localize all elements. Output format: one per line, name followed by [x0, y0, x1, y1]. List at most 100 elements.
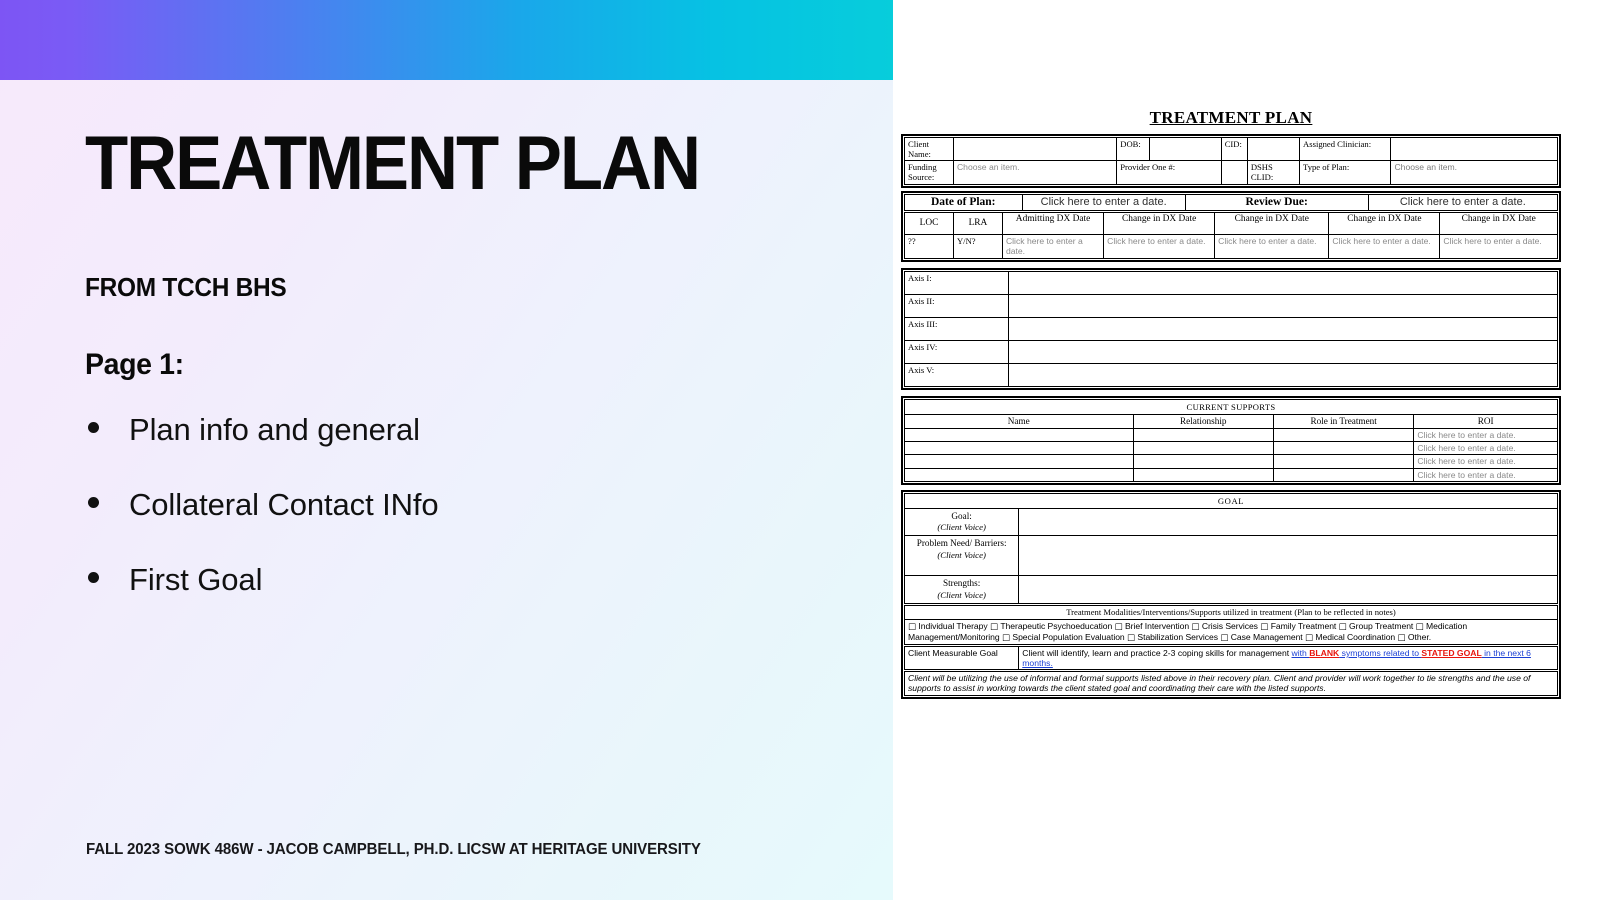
table-row: Funding Source: Choose an item. Provider… — [904, 160, 1558, 185]
cid-field[interactable] — [1246, 136, 1301, 162]
dx-change-date-field-4[interactable]: Click here to enter a date. — [1439, 234, 1558, 260]
bullet-text: Plan info and general — [129, 412, 420, 447]
modality-option[interactable]: Therapeutic Psychoeducation — [1000, 621, 1112, 631]
support-relationship-field[interactable] — [1132, 428, 1274, 443]
cmg-link-1[interactable]: with — [1292, 648, 1310, 658]
dx-admitting-date-field[interactable]: Click here to enter a date. — [1001, 234, 1105, 260]
review-due-field[interactable]: Click here to enter a date. — [1367, 193, 1559, 212]
modality-option[interactable]: Special Population Evaluation — [1012, 632, 1124, 642]
axis-ii-label: Axis II: — [903, 294, 1010, 319]
client-name-field[interactable] — [952, 136, 1118, 162]
axis-i-label: Axis I: — [903, 271, 1010, 296]
modality-option[interactable]: Crisis Services — [1202, 621, 1258, 631]
modality-option[interactable]: Medical Coordination — [1315, 632, 1395, 642]
table-row: Axis I: — [903, 271, 1558, 296]
modalities-title: Treatment Modalities/Interventions/Suppo… — [904, 604, 1558, 620]
checkbox-icon[interactable]: □ — [1260, 622, 1268, 632]
date-of-plan-field[interactable]: Click here to enter a date. — [1021, 193, 1186, 212]
dx-col-change-2: Change in DX Date — [1214, 212, 1330, 236]
modality-option[interactable]: Other. — [1408, 632, 1431, 642]
checkbox-icon[interactable]: □ — [1416, 622, 1424, 632]
modalities-options-row: □ Individual Therapy □ Therapeutic Psych… — [904, 618, 1558, 645]
dx-change-date-field-3[interactable]: Click here to enter a date. — [1328, 234, 1441, 260]
supports-title-row: CURRENT SUPPORTS — [904, 399, 1558, 416]
problem-need-field[interactable] — [1018, 535, 1558, 577]
support-role-field[interactable] — [1272, 441, 1415, 456]
modality-option[interactable]: Family Treatment — [1271, 621, 1337, 631]
dx-loc-field[interactable]: ?? — [904, 234, 954, 260]
cmg-placeholder-stated-goal[interactable]: STATED GOAL — [1421, 648, 1481, 658]
dx-value-row: ?? Y/N? Click here to enter a date. Clic… — [904, 234, 1558, 260]
goal-label-text: Goal: — [951, 510, 972, 521]
support-name-field[interactable] — [904, 441, 1134, 456]
table-row: Axis III: — [903, 317, 1558, 342]
dob-label: DOB: — [1116, 136, 1150, 162]
support-relationship-field[interactable] — [1132, 441, 1274, 456]
modality-option[interactable]: Brief Intervention — [1125, 621, 1189, 631]
cmg-link-2[interactable]: symptoms related to — [1339, 648, 1421, 658]
page-subtitle: FROM TCCH BHS — [85, 272, 287, 302]
axis-ii-field[interactable] — [1008, 294, 1558, 319]
cmg-placeholder-blank[interactable]: BLANK — [1309, 648, 1339, 658]
assigned-clinician-field[interactable] — [1390, 136, 1558, 162]
dx-change-date-field-1[interactable]: Click here to enter a date. — [1103, 234, 1216, 260]
dx-col-admitting: Admitting DX Date — [1001, 212, 1105, 236]
measurable-goal-table: Client Measurable Goal Client will ident… — [903, 645, 1558, 671]
checkbox-icon[interactable]: □ — [1191, 622, 1199, 632]
current-supports-title: CURRENT SUPPORTS — [904, 399, 1558, 416]
checkbox-icon[interactable]: □ — [908, 622, 916, 632]
support-role-field[interactable] — [1272, 467, 1415, 482]
axis-v-field[interactable] — [1008, 363, 1558, 388]
cmg-plain-1: Client will identify, learn and practice… — [1022, 647, 1292, 658]
modalities-table: Treatment Modalities/Interventions/Suppo… — [904, 604, 1558, 645]
dx-header-row: LOC LRA Admitting DX Date Change in DX D… — [904, 212, 1558, 236]
support-roi-field[interactable]: Click here to enter a date. — [1413, 428, 1558, 443]
support-name-field[interactable] — [904, 454, 1134, 469]
cid-label: CID: — [1220, 136, 1248, 162]
support-name-field[interactable] — [904, 467, 1134, 482]
checkbox-icon[interactable]: □ — [1305, 633, 1313, 643]
checkbox-icon[interactable]: □ — [1220, 633, 1228, 643]
axis-v-label: Axis V: — [903, 363, 1010, 388]
strengths-field[interactable] — [1018, 575, 1558, 604]
checkbox-icon[interactable]: □ — [1339, 622, 1347, 632]
type-of-plan-dropdown[interactable]: Choose an item. — [1390, 160, 1558, 185]
axis-i-field[interactable] — [1008, 271, 1558, 296]
support-relationship-field[interactable] — [1132, 467, 1274, 482]
list-item: Collateral Contact INfo — [88, 487, 439, 523]
support-role-field[interactable] — [1272, 454, 1415, 469]
checkbox-icon[interactable]: □ — [1115, 622, 1123, 632]
checkbox-icon[interactable]: □ — [1127, 633, 1135, 643]
goal-block: GOAL Goal: (Client Voice) Problem Need/ … — [901, 489, 1561, 699]
dx-col-change-1: Change in DX Date — [1103, 212, 1216, 236]
checkbox-icon[interactable]: □ — [990, 622, 998, 632]
checkbox-icon[interactable]: □ — [1398, 633, 1406, 643]
goal-label-sub: (Client Voice) — [937, 522, 986, 533]
dx-lra-field[interactable]: Y/N? — [952, 234, 1003, 260]
support-role-field[interactable] — [1272, 428, 1415, 443]
axis-iv-field[interactable] — [1008, 340, 1558, 365]
dx-change-date-field-2[interactable]: Click here to enter a date. — [1214, 234, 1330, 260]
strengths-label-sub: (Client Voice) — [937, 589, 986, 600]
support-roi-field[interactable]: Click here to enter a date. — [1413, 454, 1558, 469]
modality-option[interactable]: Stabilization Services — [1137, 632, 1218, 642]
dob-field[interactable] — [1148, 136, 1222, 162]
slide: TREATMENT PLAN FROM TCCH BHS Page 1: Pla… — [0, 0, 1600, 900]
checkbox-icon[interactable]: □ — [1002, 633, 1010, 643]
support-roi-field[interactable]: Click here to enter a date. — [1413, 441, 1558, 456]
modality-option[interactable]: Group Treatment — [1349, 621, 1413, 631]
current-supports-block: CURRENT SUPPORTS Name Relationship Role … — [901, 396, 1561, 485]
page-title: TREATMENT PLAN — [85, 121, 701, 206]
provider-one-field[interactable] — [1220, 160, 1248, 185]
goal-value-field[interactable] — [1018, 507, 1558, 537]
supports-col-relationship: Relationship — [1132, 414, 1274, 430]
support-name-field[interactable] — [904, 428, 1134, 443]
funding-source-dropdown[interactable]: Choose an item. — [952, 160, 1118, 185]
axis-iii-field[interactable] — [1008, 317, 1558, 342]
modality-option[interactable]: Individual Therapy — [918, 621, 987, 631]
closing-statement-table: Client will be utilizing the use of info… — [904, 671, 1558, 696]
problem-need-label: Problem Need/ Barriers: (Client Voice) — [903, 535, 1020, 577]
support-relationship-field[interactable] — [1132, 454, 1274, 469]
support-roi-field[interactable]: Click here to enter a date. — [1413, 467, 1558, 482]
modality-option[interactable]: Case Management — [1231, 632, 1303, 642]
